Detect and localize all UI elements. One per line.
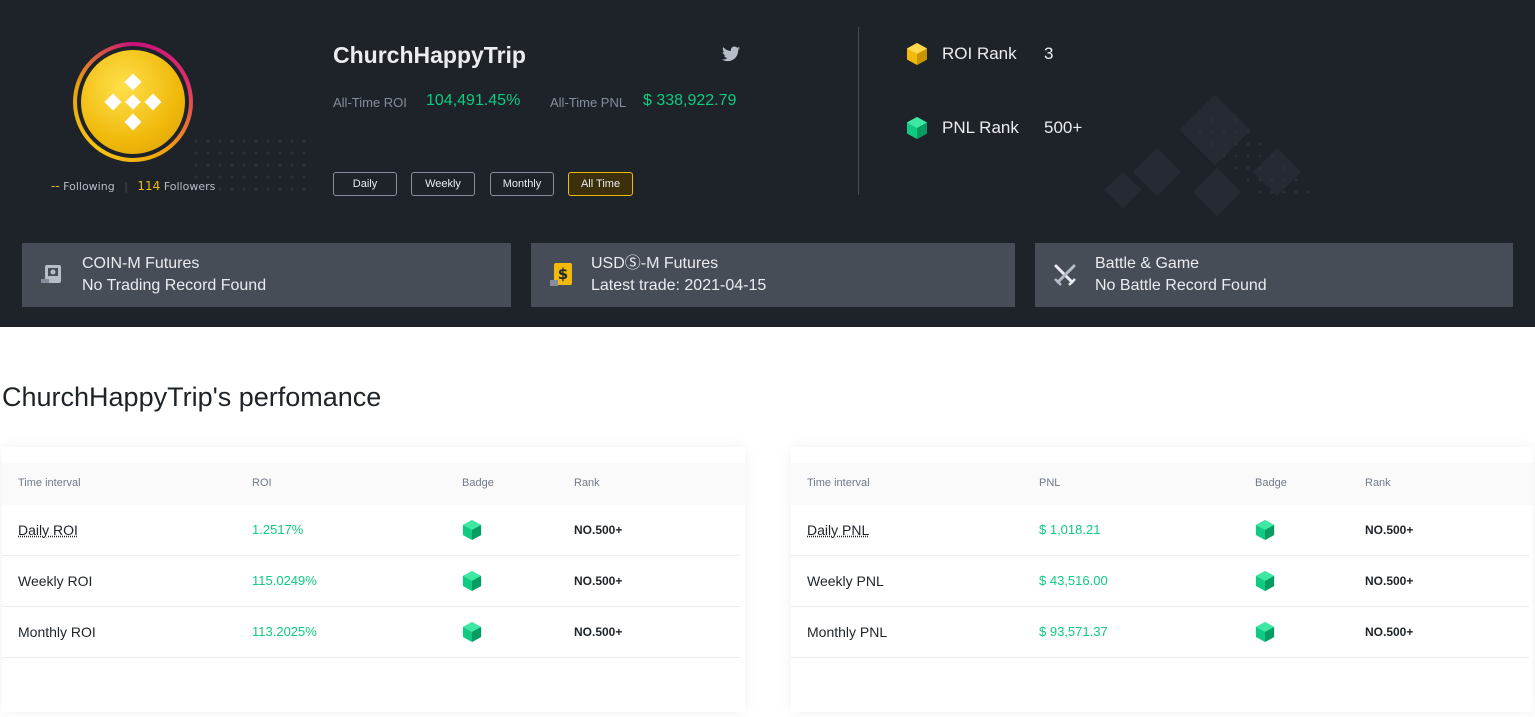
header-time-interval: Time interval — [18, 477, 81, 489]
period-all-time-button[interactable]: All Time — [568, 172, 633, 196]
green-hexagon-icon — [1255, 571, 1275, 591]
row-pnl-value: $ 1,018.21 — [1039, 522, 1101, 537]
table-row: Daily ROI 1.2517% NO.500+ — [2, 505, 740, 556]
row-interval: Monthly PNL — [807, 624, 888, 640]
header-rank: Rank — [1365, 477, 1391, 489]
decorative-logo-pattern — [1104, 95, 1310, 217]
green-hexagon-icon — [1255, 622, 1275, 642]
usds-m-futures-icon: $ — [550, 263, 572, 286]
all-time-pnl-value: $ 338,922.79 — [643, 92, 737, 109]
row-rank: NO.500+ — [574, 574, 623, 588]
green-hexagon-icon — [462, 520, 482, 540]
row-roi-value: 115.0249% — [252, 573, 317, 588]
table-row: Weekly PNL $ 43,516.00 NO.500+ — [791, 556, 1529, 607]
table-row: Daily PNL $ 1,018.21 NO.500+ — [791, 505, 1529, 556]
row-rank: NO.500+ — [1365, 523, 1414, 537]
coin-m-futures-subtitle: No Trading Record Found — [82, 277, 267, 294]
row-pnl-value: $ 93,571.37 — [1039, 624, 1108, 639]
battle-game-subtitle: No Battle Record Found — [1095, 277, 1267, 294]
header-rank: Rank — [574, 477, 600, 489]
profile-header: -- Following | 114 Followers ChurchHappy… — [0, 0, 1535, 327]
pnl-performance-table: Time interval PNL Badge Rank Daily PNL $… — [791, 447, 1533, 712]
battle-game-title: Battle & Game — [1095, 255, 1200, 272]
table-header — [2, 463, 745, 505]
following-label[interactable]: Following — [63, 180, 115, 193]
roi-rank-label: ROI Rank — [942, 44, 1017, 63]
green-hexagon-icon — [1255, 520, 1275, 540]
usds-m-futures-card[interactable]: $ USDⓈ-M Futures Latest trade: 2021-04-1… — [531, 243, 1015, 307]
header-badge: Badge — [462, 477, 494, 489]
table-header — [791, 463, 1533, 505]
green-hexagon-icon — [907, 117, 927, 139]
crossed-swords-icon — [1054, 264, 1076, 286]
coin-m-futures-icon — [41, 265, 61, 283]
header-pnl: PNL — [1039, 477, 1061, 489]
header-time-interval: Time interval — [807, 477, 870, 489]
row-interval: Monthly ROI — [18, 624, 96, 640]
row-roi-value: 1.2517% — [252, 522, 304, 537]
following-count: -- — [51, 179, 60, 193]
binance-logo-icon — [104, 73, 162, 131]
all-time-pnl-label: All-Time PNL — [550, 95, 627, 110]
table-row: Weekly ROI 115.0249% NO.500+ — [2, 556, 740, 607]
table-row: Monthly ROI 113.2025% NO.500+ — [2, 607, 740, 658]
table-row: Monthly PNL $ 93,571.37 NO.500+ — [791, 607, 1529, 658]
performance-title: ChurchHappyTrip's perfomance — [2, 382, 382, 412]
period-weekly-button[interactable]: Weekly — [411, 172, 475, 196]
row-interval[interactable]: Daily PNL — [807, 522, 869, 538]
row-rank: NO.500+ — [574, 625, 623, 639]
row-pnl-value: $ 43,516.00 — [1039, 573, 1108, 588]
row-interval: Weekly PNL — [807, 573, 884, 589]
avatar — [73, 42, 193, 162]
row-interval: Weekly ROI — [18, 573, 93, 589]
row-rank: NO.500+ — [574, 523, 623, 537]
row-rank: NO.500+ — [1365, 574, 1414, 588]
green-hexagon-icon — [462, 622, 482, 642]
pnl-rank: PNL Rank 500+ — [906, 116, 1082, 140]
usds-m-futures-subtitle: Latest trade: 2021-04-15 — [591, 277, 767, 294]
roi-rank-value: 3 — [1044, 44, 1054, 63]
pnl-rank-value: 500+ — [1044, 118, 1083, 137]
row-rank: NO.500+ — [1365, 625, 1414, 639]
follow-stats: -- Following | 114 Followers — [51, 179, 216, 193]
vertical-divider — [858, 27, 859, 195]
green-hexagon-icon — [462, 571, 482, 591]
pnl-rank-label: PNL Rank — [942, 118, 1019, 137]
row-interval[interactable]: Daily ROI — [18, 522, 78, 538]
all-time-roi-label: All-Time ROI — [333, 95, 407, 110]
row-roi-value: 113.2025% — [252, 624, 317, 639]
header-badge: Badge — [1255, 477, 1287, 489]
all-time-roi-value: 104,491.45% — [426, 92, 521, 109]
svg-text:$: $ — [558, 265, 568, 283]
header-roi: ROI — [252, 477, 272, 489]
period-monthly-button[interactable]: Monthly — [490, 172, 554, 196]
battle-game-card[interactable]: Battle & Game No Battle Record Found — [1035, 243, 1513, 307]
roi-performance-table: Time interval ROI Badge Rank Daily ROI 1… — [2, 447, 745, 712]
coin-m-futures-title: COIN-M Futures — [82, 255, 200, 272]
twitter-icon[interactable] — [722, 46, 740, 62]
roi-rank: ROI Rank 3 — [906, 42, 1053, 66]
usds-m-futures-title: USDⓈ-M Futures — [591, 255, 719, 272]
username: ChurchHappyTrip — [333, 42, 526, 68]
followers-count: 114 — [137, 179, 161, 193]
coin-m-futures-card[interactable]: COIN-M Futures No Trading Record Found — [22, 243, 511, 307]
period-daily-button[interactable]: Daily — [333, 172, 397, 196]
followers-label[interactable]: Followers — [164, 180, 216, 193]
gold-hexagon-icon — [907, 43, 927, 65]
